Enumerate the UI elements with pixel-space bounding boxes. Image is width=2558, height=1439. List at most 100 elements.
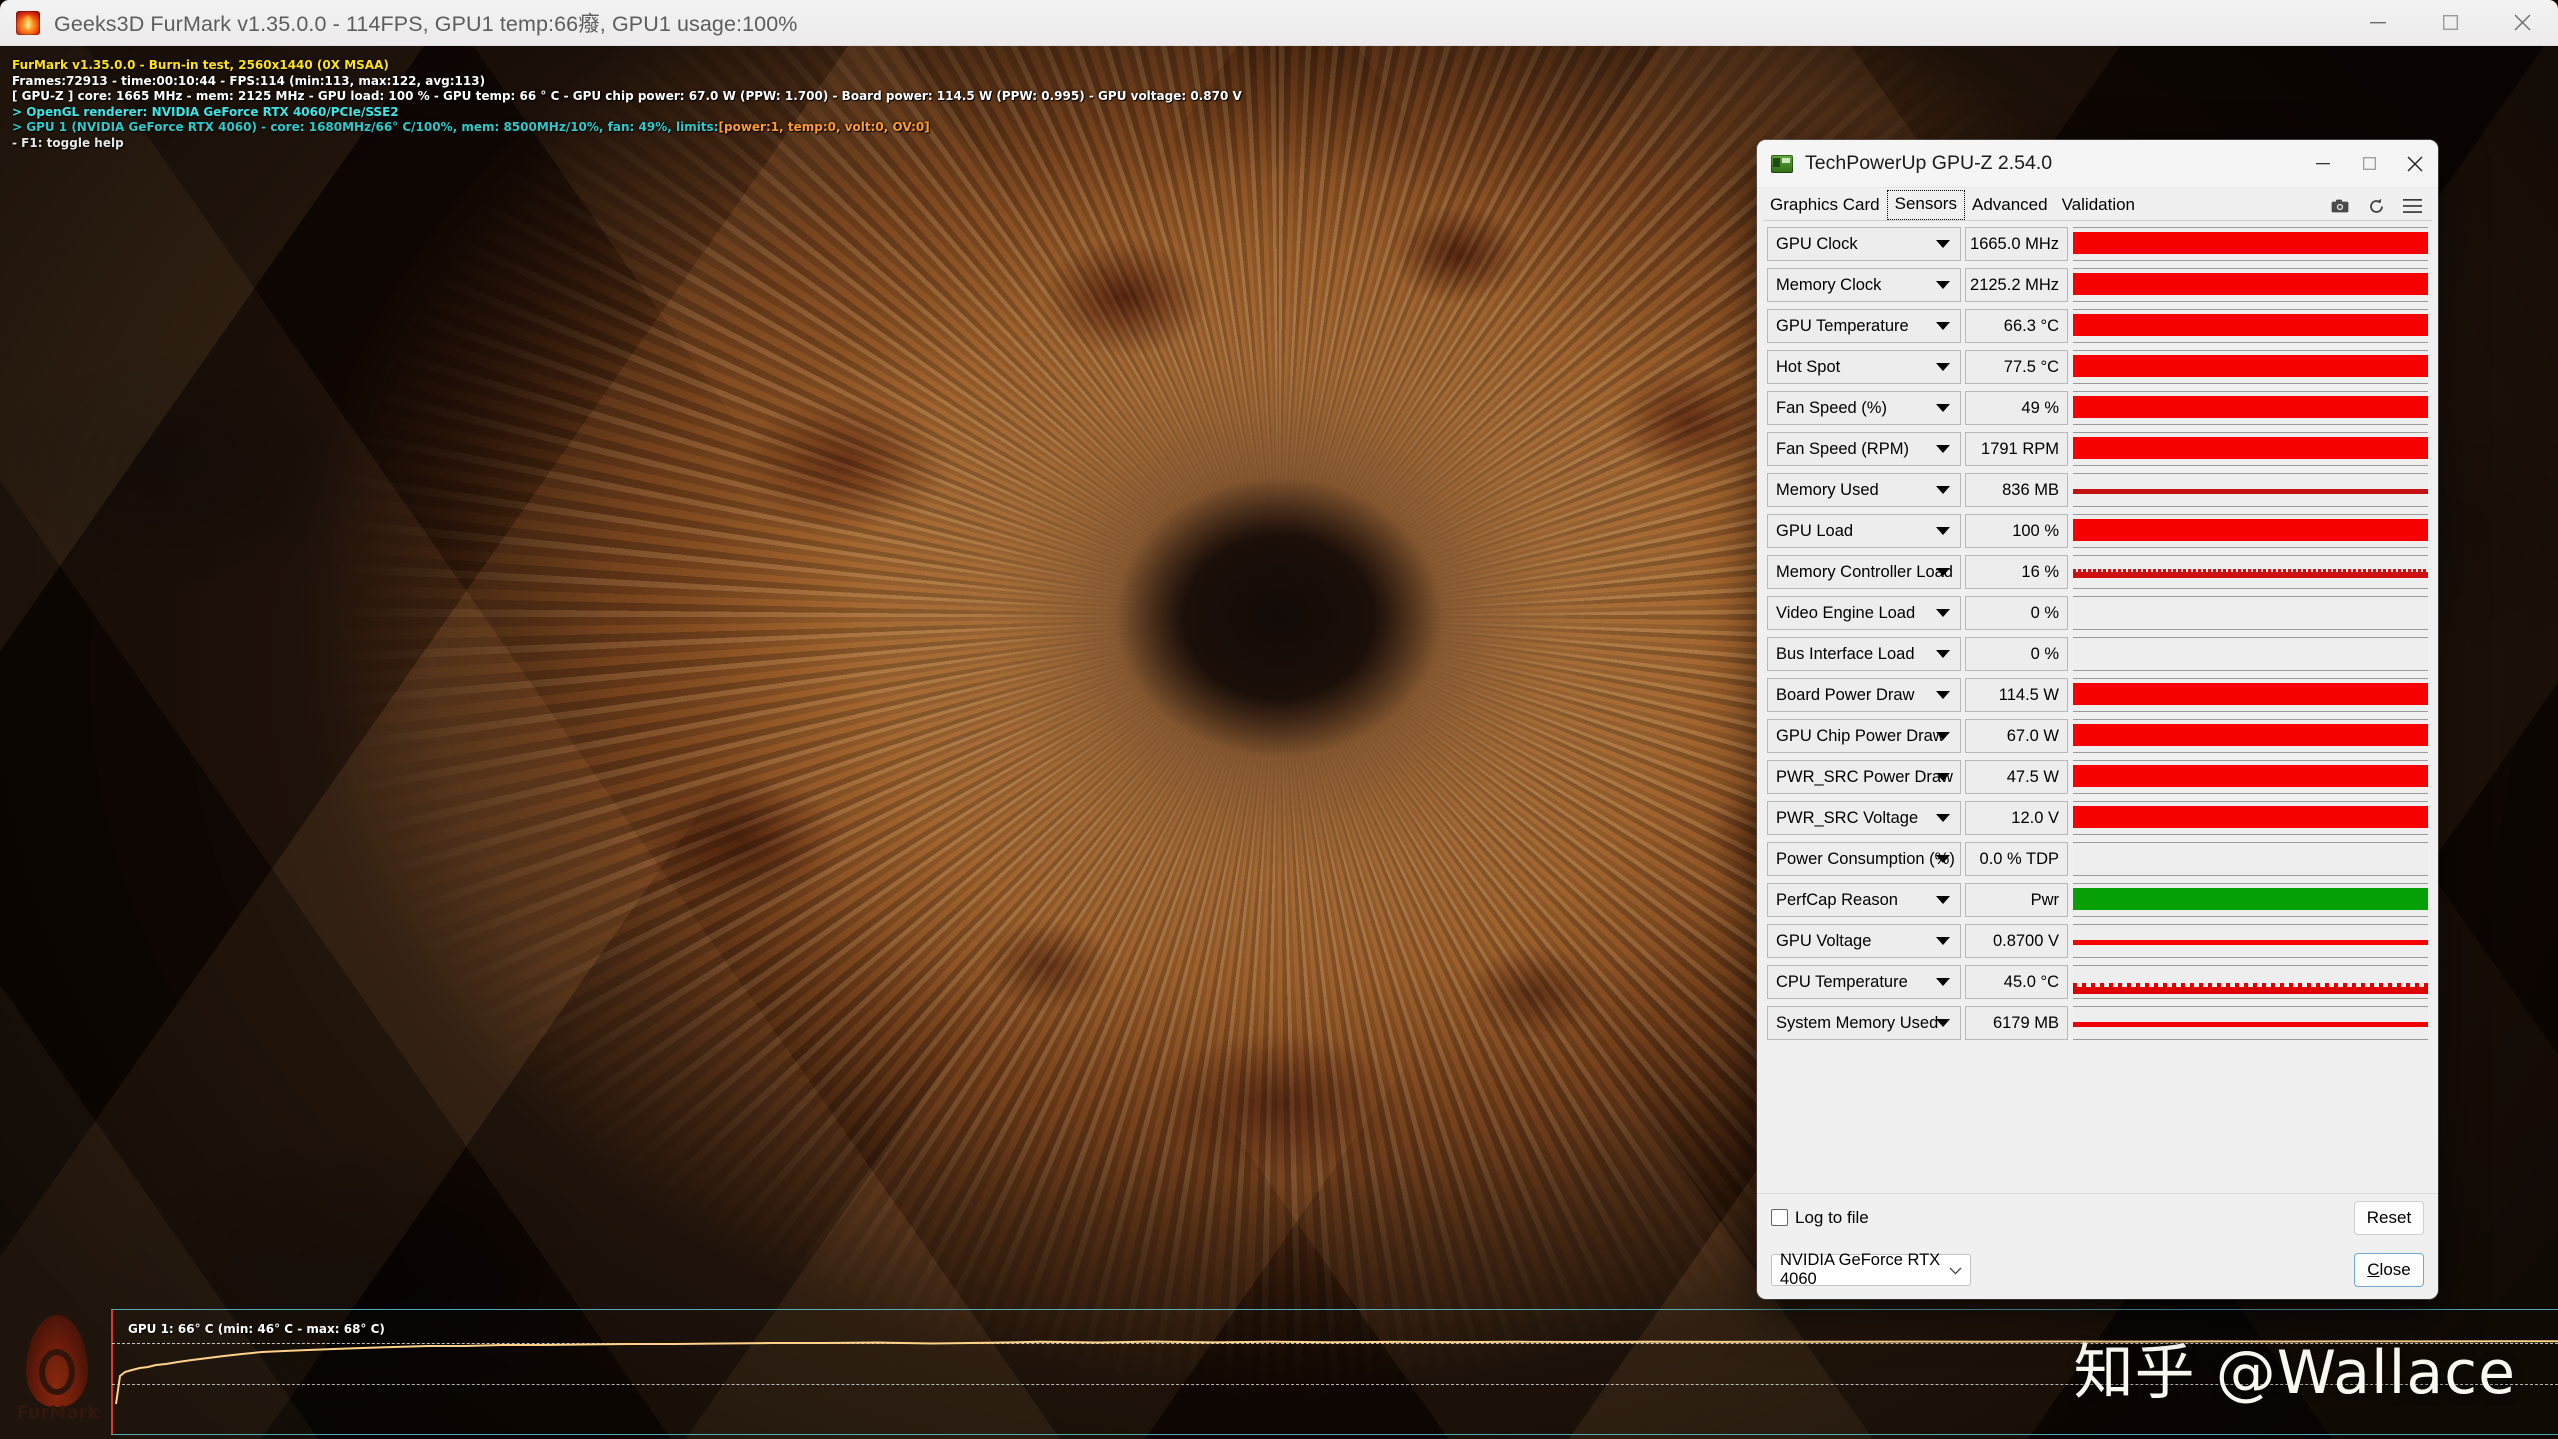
chevron-down-icon[interactable]: [1936, 937, 1950, 945]
chevron-down-icon[interactable]: [1936, 527, 1950, 535]
sensor-graph: [2073, 1006, 2428, 1040]
sensor-name-select[interactable]: Power Consumption (%): [1767, 842, 1961, 876]
gpuz-close-icon[interactable]: [2392, 140, 2438, 188]
chevron-down-icon[interactable]: [1936, 1019, 1950, 1027]
sensor-graph-fill: [2073, 355, 2428, 377]
tab-validation[interactable]: Validation: [2055, 192, 2142, 220]
log-to-file-box[interactable]: [1771, 1209, 1788, 1226]
chevron-down-icon[interactable]: [1936, 732, 1950, 740]
log-to-file-checkbox[interactable]: Log to file: [1771, 1208, 1869, 1228]
close-button-label: lose: [2379, 1260, 2411, 1279]
gpuz-options-bar: Log to file Reset: [1757, 1193, 2438, 1241]
sensor-row: GPU Load 100 %: [1767, 514, 2428, 548]
hud-line-frames: Frames:72913 - time:00:10:44 - FPS:114 (…: [12, 73, 486, 88]
chevron-down-icon[interactable]: [1936, 486, 1950, 494]
gpuz-maximize-icon[interactable]: [2346, 140, 2392, 188]
sensor-graph-noise: [2073, 569, 2428, 572]
sensor-name-select[interactable]: Fan Speed (%): [1767, 391, 1961, 425]
sensor-name-label: CPU Temperature: [1776, 972, 1908, 991]
sensor-row: Memory Clock 2125.2 MHz: [1767, 268, 2428, 302]
sensor-name-label: Memory Clock: [1776, 275, 1882, 294]
chevron-down-icon[interactable]: [1936, 650, 1950, 658]
sensor-graph-fill: [2073, 396, 2428, 418]
sensor-graph-fill: [2073, 888, 2428, 910]
sensor-value: 77.5 °C: [1965, 350, 2068, 384]
sensor-row: PerfCap Reason Pwr: [1767, 883, 2428, 917]
camera-icon[interactable]: [2322, 192, 2358, 220]
chevron-down-icon: [1949, 1263, 1962, 1278]
minimize-icon[interactable]: [2342, 0, 2414, 46]
sensor-name-select[interactable]: Memory Used: [1767, 473, 1961, 507]
furmark-hud-overlay: FurMark v1.35.0.0 - Burn-in test, 2560x1…: [12, 58, 1242, 151]
sensor-name-select[interactable]: Memory Clock: [1767, 268, 1961, 302]
sensor-graph: [2073, 760, 2428, 794]
sensor-name-label: System Memory Used: [1776, 1013, 1939, 1032]
gpuz-app-icon: [1771, 154, 1793, 173]
tab-graphics-card[interactable]: Graphics Card: [1763, 192, 1887, 220]
maximize-icon[interactable]: [2414, 0, 2486, 46]
sensor-row: GPU Chip Power Draw 67.0 W: [1767, 719, 2428, 753]
sensor-name-select[interactable]: PerfCap Reason: [1767, 883, 1961, 917]
chevron-down-icon[interactable]: [1936, 978, 1950, 986]
sensor-name-select[interactable]: System Memory Used: [1767, 1006, 1961, 1040]
sensor-graph: [2073, 473, 2428, 507]
chevron-down-icon[interactable]: [1936, 322, 1950, 330]
sensor-graph-fill: [2073, 806, 2428, 828]
sensor-row: GPU Voltage 0.8700 V: [1767, 924, 2428, 958]
close-icon[interactable]: [2486, 0, 2558, 46]
sensor-name-select[interactable]: PWR_SRC Power Draw: [1767, 760, 1961, 794]
chevron-down-icon[interactable]: [1936, 814, 1950, 822]
sensor-value: 0.8700 V: [1965, 924, 2068, 958]
sensor-value: 2125.2 MHz: [1965, 268, 2068, 302]
tab-sensors[interactable]: Sensors: [1886, 190, 1965, 220]
hamburger-menu-icon[interactable]: [2394, 192, 2430, 220]
gpuz-window-title: TechPowerUp GPU-Z 2.54.0: [1805, 152, 2053, 174]
sensor-row: PWR_SRC Voltage 12.0 V: [1767, 801, 2428, 835]
sensor-graph: [2073, 268, 2428, 302]
sensor-row: Bus Interface Load 0 %: [1767, 637, 2428, 671]
sensor-value: 6179 MB: [1965, 1006, 2068, 1040]
sensor-name-select[interactable]: GPU Temperature: [1767, 309, 1961, 343]
sensor-graph: [2073, 719, 2428, 753]
sensor-name-select[interactable]: GPU Voltage: [1767, 924, 1961, 958]
sensor-name-select[interactable]: CPU Temperature: [1767, 965, 1961, 999]
chevron-down-icon[interactable]: [1936, 896, 1950, 904]
sensor-name-select[interactable]: Fan Speed (RPM): [1767, 432, 1961, 466]
watermark-text: 知乎 @Wallace: [2073, 1338, 2516, 1408]
sensor-name-select[interactable]: GPU Load: [1767, 514, 1961, 548]
chevron-down-icon[interactable]: [1936, 445, 1950, 453]
chevron-down-icon[interactable]: [1936, 240, 1950, 248]
chevron-down-icon[interactable]: [1936, 404, 1950, 412]
sensor-name-select[interactable]: Hot Spot: [1767, 350, 1961, 384]
chevron-down-icon[interactable]: [1936, 363, 1950, 371]
sensor-name-label: Bus Interface Load: [1776, 644, 1915, 663]
reset-button[interactable]: Reset: [2354, 1200, 2424, 1235]
gpu-select-value: NVIDIA GeForce RTX 4060: [1780, 1251, 1941, 1288]
sensor-value: 836 MB: [1965, 473, 2068, 507]
sensor-name-select[interactable]: Memory Controller Load: [1767, 555, 1961, 589]
furmark-flame-icon: [16, 10, 40, 35]
chevron-down-icon[interactable]: [1936, 281, 1950, 289]
sensor-name-select[interactable]: PWR_SRC Voltage: [1767, 801, 1961, 835]
close-button[interactable]: Close: [2354, 1253, 2424, 1287]
refresh-icon[interactable]: [2358, 192, 2394, 220]
sensor-row: Video Engine Load 0 %: [1767, 596, 2428, 630]
sensor-name-select[interactable]: Bus Interface Load: [1767, 637, 1961, 671]
sensor-name-select[interactable]: Video Engine Load: [1767, 596, 1961, 630]
gpuz-minimize-icon[interactable]: [2300, 140, 2346, 188]
chevron-down-icon[interactable]: [1936, 609, 1950, 617]
gpu-select-dropdown[interactable]: NVIDIA GeForce RTX 4060: [1771, 1251, 1971, 1288]
sensor-name-label: Fan Speed (%): [1776, 398, 1887, 417]
tab-advanced[interactable]: Advanced: [1965, 192, 2055, 220]
chevron-down-icon[interactable]: [1936, 773, 1950, 781]
graph-label: GPU 1: 66° C (min: 46° C - max: 68° C): [128, 1322, 385, 1336]
chevron-down-icon[interactable]: [1936, 568, 1950, 576]
sensor-name-select[interactable]: GPU Chip Power Draw: [1767, 719, 1961, 753]
chevron-down-icon[interactable]: [1936, 855, 1950, 863]
sensor-name-label: Memory Used: [1776, 480, 1879, 499]
chevron-down-icon[interactable]: [1936, 691, 1950, 699]
gpuz-tab-strip: Graphics Card Sensors Advanced Validatio…: [1757, 188, 2438, 220]
hud-line-help: - F1: toggle help: [12, 135, 124, 150]
sensor-name-select[interactable]: Board Power Draw: [1767, 678, 1961, 712]
sensor-name-select[interactable]: GPU Clock: [1767, 227, 1961, 261]
